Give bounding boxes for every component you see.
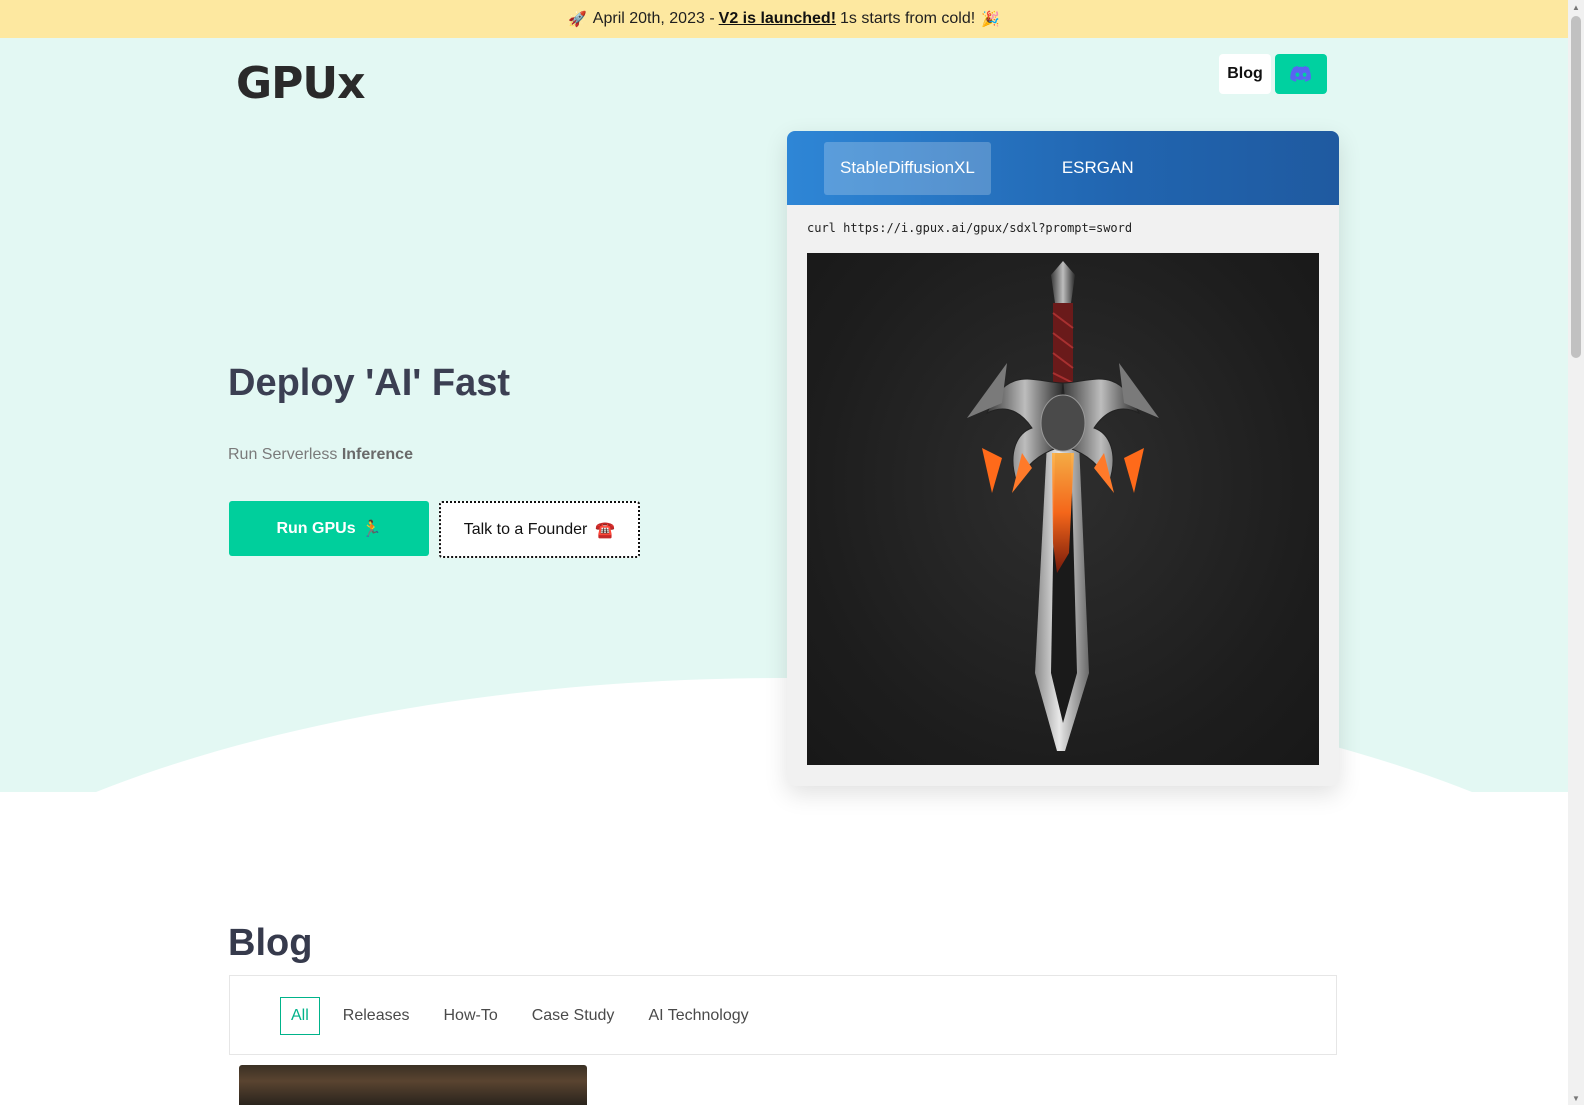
discord-icon	[1290, 66, 1311, 82]
announcement-date: April 20th, 2023 -	[592, 10, 715, 27]
run-gpus-label: Run GPUs	[276, 519, 356, 537]
sword-image	[807, 253, 1319, 765]
scroll-down-icon[interactable]: ▼	[1568, 1091, 1584, 1105]
blog-post-thumbnail[interactable]	[239, 1065, 587, 1105]
nav-blog-button[interactable]: Blog	[1219, 54, 1271, 94]
party-icon: 🎉	[981, 11, 1000, 28]
phone-icon: ☎️	[595, 521, 616, 539]
curl-command: curl https://i.gpux.ai/gpux/sdxl?prompt=…	[807, 221, 1133, 235]
discord-button[interactable]	[1275, 54, 1327, 94]
announcement-tail: 1s starts from cold!	[840, 10, 976, 27]
talk-to-founder-button[interactable]: Talk to a Founder ☎️	[439, 501, 640, 558]
rocket-icon: 🚀	[568, 11, 587, 28]
blog-filter-tabs: All Releases How-To Case Study AI Techno…	[280, 997, 772, 1035]
scroll-thumb[interactable]	[1571, 16, 1581, 358]
hero-subtitle-prefix: Run Serverless	[228, 446, 338, 463]
hero-subtitle: Run Serverless Inference	[228, 446, 413, 464]
hero-subtitle-bold: Inference	[341, 446, 413, 463]
runner-icon: 🏃	[361, 520, 382, 538]
talk-to-founder-label: Talk to a Founder	[463, 520, 588, 538]
run-gpus-button[interactable]: Run GPUs 🏃	[229, 501, 429, 556]
vertical-scrollbar[interactable]: ▲ ▼	[1568, 0, 1584, 1105]
tab-esrgan[interactable]: ESRGAN	[1046, 142, 1150, 195]
filter-releases[interactable]: Releases	[332, 997, 421, 1035]
announcement-bar: 🚀 April 20th, 2023 - V2 is launched! 1s …	[0, 0, 1568, 38]
blog-filter-bar: All Releases How-To Case Study AI Techno…	[229, 975, 1337, 1055]
sword-illustration	[967, 261, 1159, 751]
demo-card: StableDiffusionXL ESRGAN curl https://i.…	[787, 131, 1339, 786]
filter-all[interactable]: All	[280, 997, 320, 1035]
demo-tabs: StableDiffusionXL ESRGAN	[787, 131, 1339, 205]
filter-how-to[interactable]: How-To	[432, 997, 508, 1035]
announcement-link[interactable]: V2 is launched!	[719, 10, 836, 28]
logo[interactable]: GPUx	[236, 58, 365, 109]
filter-case-study[interactable]: Case Study	[521, 997, 626, 1035]
tab-stablediffusionxl[interactable]: StableDiffusionXL	[824, 141, 991, 195]
blog-heading: Blog	[228, 922, 313, 964]
filter-ai-technology[interactable]: AI Technology	[637, 997, 759, 1035]
scroll-up-icon[interactable]: ▲	[1568, 0, 1584, 14]
hero-title: Deploy 'AI' Fast	[228, 362, 511, 404]
